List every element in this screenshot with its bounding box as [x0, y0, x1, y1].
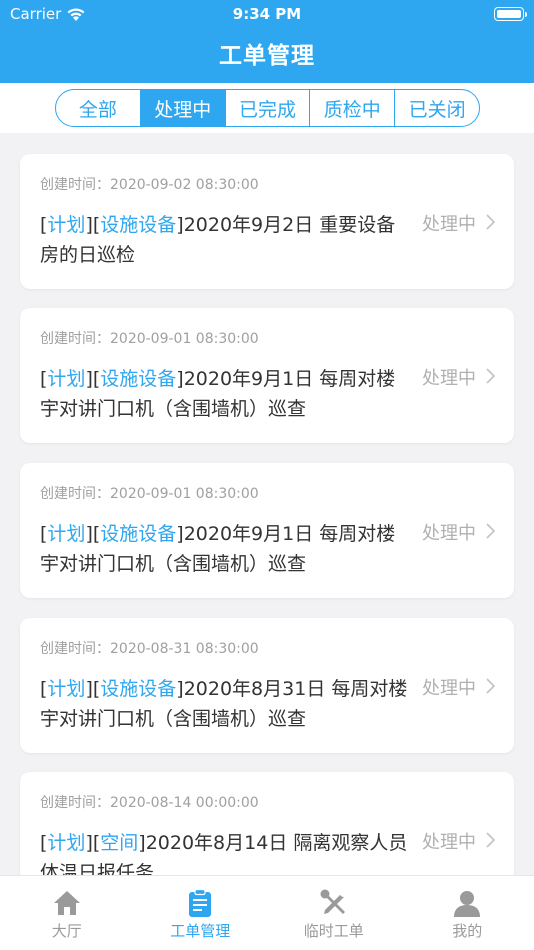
status-label: 处理中: [422, 523, 476, 544]
status-label: 处理中: [422, 368, 476, 389]
created-time: 创建时间：2020-09-01 08:30:00: [40, 486, 259, 502]
status-label: 处理中: [422, 678, 476, 699]
status-label: 处理中: [422, 214, 476, 235]
status-filter-segmented-control: 全部 处理中 已完成 质检中 已关闭: [55, 89, 480, 127]
chevron-right-icon: [486, 368, 496, 384]
chevron-right-icon: [486, 678, 496, 694]
filter-closed[interactable]: 已关闭: [395, 90, 479, 126]
tab-label: 临时工单: [303, 922, 364, 940]
chevron-right-icon: [486, 523, 496, 539]
category-tag: 设施设备: [100, 523, 177, 545]
created-time: 创建时间：2020-08-14 00:00:00: [40, 795, 259, 811]
page-title: 工单管理: [219, 43, 315, 69]
type-tag: 计划: [47, 368, 86, 390]
category-tag: 空间: [100, 832, 139, 854]
category-tag: 设施设备: [100, 678, 177, 700]
type-tag: 计划: [47, 214, 86, 236]
battery-icon: [494, 7, 527, 21]
tab-label: 我的: [452, 922, 483, 940]
tab-temporary-orders[interactable]: 临时工单: [267, 876, 401, 950]
work-order-description: 2020年9月2日 重要设备房的日巡检: [40, 214, 396, 266]
tab-work-orders[interactable]: 工单管理: [134, 876, 268, 950]
work-order-card[interactable]: 创建时间：2020-08-14 00:00:00 [计划][空间]2020年8月…: [20, 772, 514, 875]
tab-label: 大厅: [51, 922, 82, 940]
work-order-title: [计划][空间]2020年8月14日 隔离观察人员体温日报任务: [40, 828, 410, 875]
status-bar: Carrier 9:34 PM: [0, 0, 534, 28]
chevron-right-icon: [486, 832, 496, 848]
category-tag: 设施设备: [100, 368, 177, 390]
tab-hall[interactable]: 大厅: [0, 876, 134, 950]
work-order-title: [计划][设施设备]2020年9月2日 重要设备房的日巡检: [40, 214, 396, 266]
user-icon: [454, 891, 481, 917]
type-tag: 计划: [47, 832, 86, 854]
type-tag: 计划: [47, 523, 86, 545]
work-order-title: [计划][设施设备]2020年9月1日 每周对楼宇对讲门口机（含围墙机）巡查: [40, 368, 396, 420]
tools-icon: [320, 889, 347, 914]
tab-label: 工单管理: [170, 922, 231, 940]
status-label: 处理中: [422, 832, 476, 853]
work-order-card[interactable]: 创建时间：2020-09-01 08:30:00 [计划][设施设备]2020年…: [20, 463, 514, 598]
work-order-card[interactable]: 创建时间：2020-09-01 08:30:00 [计划][设施设备]2020年…: [20, 308, 514, 443]
filter-completed[interactable]: 已完成: [226, 90, 311, 126]
category-tag: 设施设备: [100, 214, 177, 236]
filter-processing[interactable]: 处理中: [140, 90, 226, 126]
work-order-card[interactable]: 创建时间：2020-08-31 08:30:00 [计划][设施设备]2020年…: [20, 618, 514, 753]
type-tag: 计划: [47, 678, 86, 700]
work-order-description: 2020年9月1日 每周对楼宇对讲门口机（含围墙机）巡查: [40, 523, 396, 575]
created-time: 创建时间：2020-09-01 08:30:00: [40, 331, 259, 347]
work-order-list[interactable]: 创建时间：2020-09-02 08:30:00 [计划][设施设备]2020年…: [0, 133, 534, 875]
clipboard-icon: [189, 888, 212, 917]
clock: 9:34 PM: [232, 5, 302, 23]
chevron-right-icon: [486, 214, 496, 230]
tab-mine[interactable]: 我的: [401, 876, 534, 950]
created-time: 创建时间：2020-09-02 08:30:00: [40, 177, 259, 193]
work-order-title: [计划][设施设备]2020年9月1日 每周对楼宇对讲门口机（含围墙机）巡查: [40, 523, 396, 575]
work-order-card[interactable]: 创建时间：2020-09-02 08:30:00 [计划][设施设备]2020年…: [20, 154, 514, 289]
filter-all[interactable]: 全部: [56, 90, 141, 126]
work-order-description: 2020年9月1日 每周对楼宇对讲门口机（含围墙机）巡查: [40, 368, 396, 420]
tab-bar: 大厅 工单管理 临时工单 我的: [0, 875, 534, 950]
work-order-title: [计划][设施设备]2020年8月31日 每周对楼宇对讲门口机（含围墙机）巡查: [40, 678, 408, 730]
filter-quality-check[interactable]: 质检中: [310, 90, 396, 126]
work-order-description: 2020年8月31日 每周对楼宇对讲门口机（含围墙机）巡查: [40, 678, 408, 730]
work-order-description: 2020年8月14日 隔离观察人员体温日报任务: [40, 832, 408, 875]
navigation-bar: Carrier 9:34 PM 工单管理: [0, 0, 534, 83]
filter-bar: 全部 处理中 已完成 质检中 已关闭: [0, 83, 534, 133]
home-icon: [53, 891, 80, 915]
created-time: 创建时间：2020-08-31 08:30:00: [40, 641, 259, 657]
